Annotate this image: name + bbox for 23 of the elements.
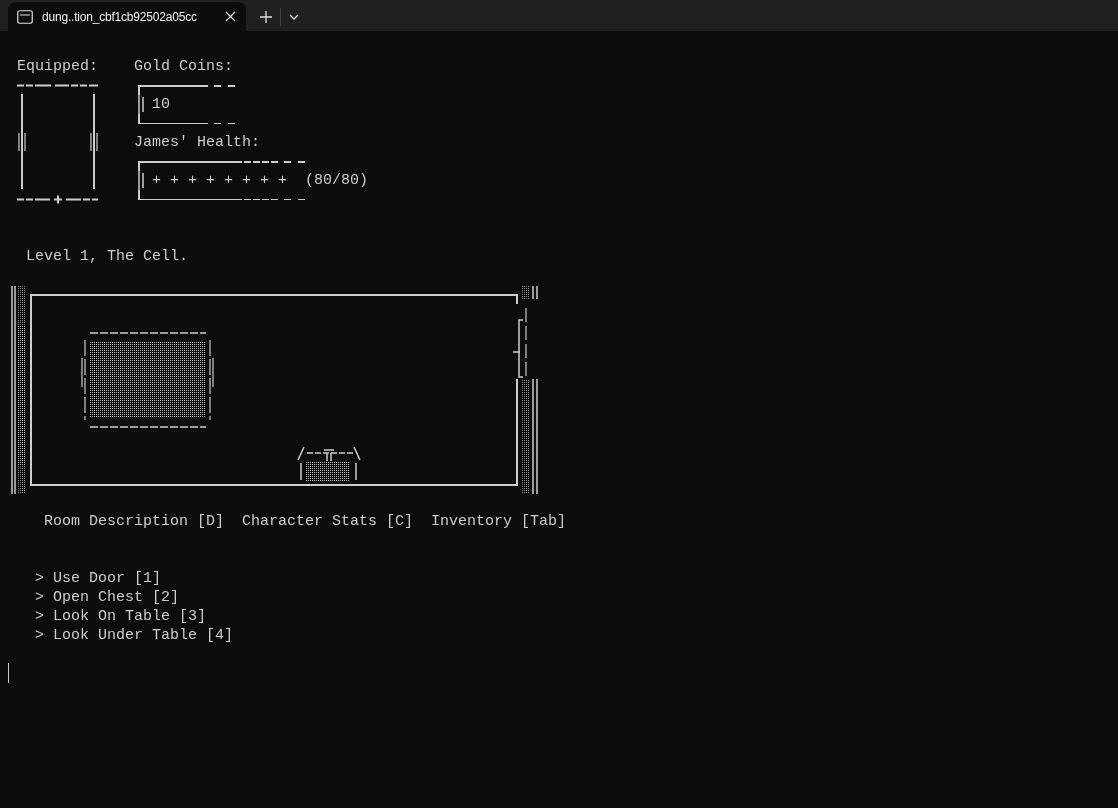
action-option[interactable]: > Look On Table [3] [35,607,1118,626]
terminal-tab[interactable]: dung..tion_cbf1cb92502a05cc [8,2,246,31]
frame-side-icon [138,95,144,114]
action-option[interactable]: > Look Under Table [4] [35,626,1118,645]
coins-label: Gold Coins: [134,57,235,76]
menu-item[interactable]: Inventory [Tab] [431,512,567,531]
close-button[interactable] [225,11,236,22]
level-title: Level 1, The Cell. [25,247,190,266]
terminal-icon [17,9,33,24]
equipped-label: Equipped: [17,57,99,76]
text-cursor [8,663,9,683]
action-option[interactable]: > Open Chest [2] [35,588,1118,607]
frame-side-icon [138,171,144,190]
health-points-text: + + + + + + + + [152,171,288,190]
health-reading: (80/80) [305,171,369,190]
menu-item[interactable]: Character Stats [C] [242,512,414,531]
coins-count: 10 [152,95,170,114]
action-option[interactable]: > Use Door [1] [35,569,1118,588]
menu-item[interactable]: Room Description [D] [44,512,225,531]
new-tab-button[interactable] [260,10,272,23]
health-label: James' Health: [134,133,262,152]
tab-title: dung..tion_cbf1cb92502a05cc [42,9,198,24]
dropdown-button[interactable] [289,13,299,20]
